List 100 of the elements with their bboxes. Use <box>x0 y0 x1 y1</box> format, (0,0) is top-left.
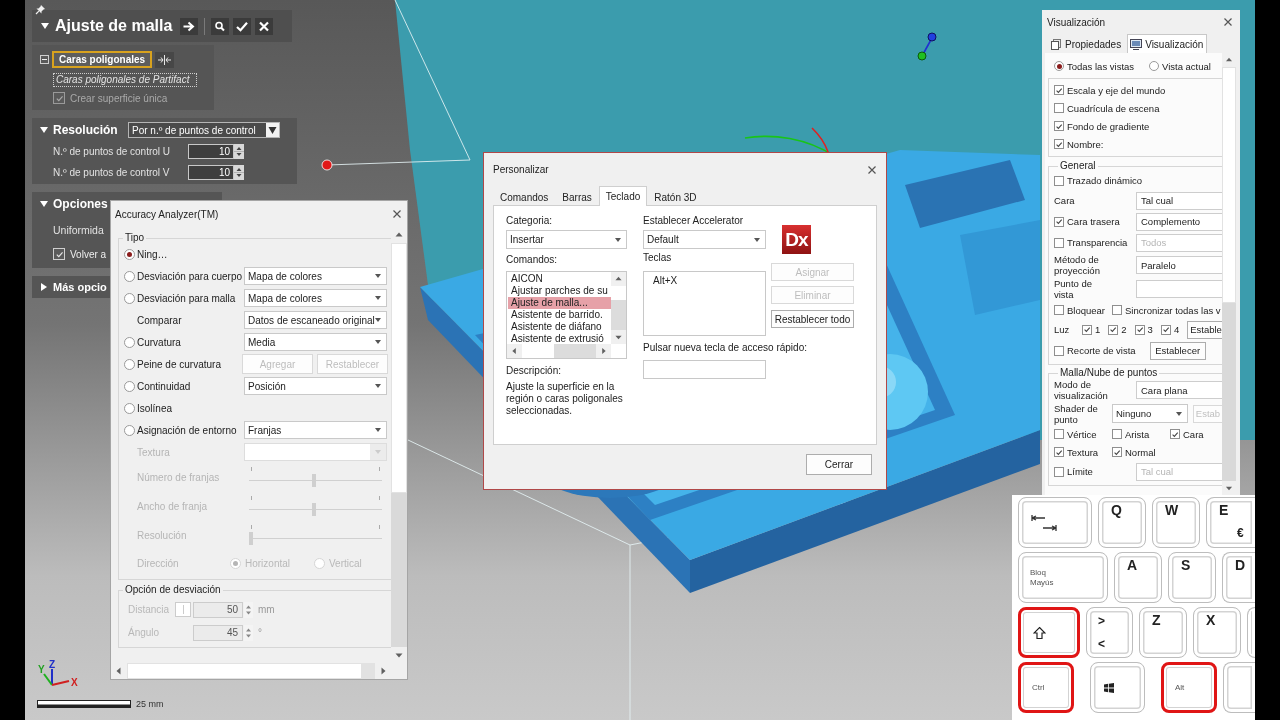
caret-down-icon[interactable] <box>40 126 48 134</box>
number-field[interactable]: 10 <box>188 165 234 180</box>
caret-down-icon[interactable] <box>40 200 48 208</box>
scrollbar-thumb[interactable] <box>391 243 407 493</box>
radio-button[interactable] <box>1054 61 1064 71</box>
scrollbar-thumb[interactable] <box>127 663 362 679</box>
slider-track[interactable] <box>249 495 382 518</box>
list-item[interactable]: AICON <box>508 273 611 285</box>
radio-button[interactable] <box>124 424 135 436</box>
list-item[interactable]: Asistente de barrido. <box>508 309 611 321</box>
slider-track[interactable] <box>249 524 382 547</box>
dropdown[interactable]: Insertar <box>506 230 627 249</box>
checkbox[interactable] <box>1054 103 1064 113</box>
checkbox[interactable] <box>1108 324 1119 335</box>
close-button[interactable]: Cerrar <box>806 454 872 475</box>
control-point-icon[interactable] <box>321 159 333 171</box>
tab[interactable]: Visualización <box>1127 34 1208 53</box>
tab[interactable]: Teclado <box>598 186 648 206</box>
selection-button[interactable]: Caras poligonales <box>52 51 153 68</box>
text-field[interactable]: Tal cual <box>1136 191 1222 210</box>
selection-field[interactable]: Caras poligonales de Partifact <box>53 73 197 87</box>
tab[interactable]: Comandos <box>493 188 556 205</box>
checkbox[interactable] <box>1054 305 1064 315</box>
checkbox[interactable] <box>1112 305 1122 315</box>
checkbox[interactable] <box>1054 139 1064 149</box>
horizontal-scrollbar[interactable] <box>507 344 611 358</box>
checkbox[interactable] <box>1112 447 1122 457</box>
radio-button[interactable] <box>124 380 135 392</box>
search-icon[interactable] <box>211 17 229 35</box>
tab[interactable]: Propiedades <box>1047 35 1126 53</box>
list-item[interactable]: Asistente de diáfano <box>508 321 611 333</box>
radio-button[interactable] <box>124 248 135 260</box>
arrows-icon[interactable] <box>155 51 175 68</box>
checkbox[interactable] <box>1054 175 1064 186</box>
scroll-right-icon[interactable] <box>596 344 611 358</box>
list-item[interactable]: Ajuste de malla... <box>508 297 611 309</box>
dropdown[interactable]: Mapa de colores <box>244 289 387 307</box>
close-icon[interactable] <box>255 17 273 35</box>
radio-button[interactable] <box>124 336 135 348</box>
action-button[interactable]: Establecer <box>1149 341 1206 360</box>
list-item[interactable]: Alt+X <box>650 275 759 287</box>
action-button[interactable]: Estable <box>1187 320 1222 339</box>
list-item[interactable]: Ajustar parches de su <box>508 285 611 297</box>
checkbox[interactable] <box>1054 447 1064 457</box>
scroll-down-icon[interactable] <box>1222 481 1236 495</box>
checkbox[interactable] <box>1082 324 1092 335</box>
checkbox[interactable] <box>1054 216 1064 227</box>
minus-box-icon[interactable] <box>40 55 49 64</box>
checkbox[interactable] <box>1160 324 1171 335</box>
caret-right-icon[interactable] <box>40 283 48 291</box>
scrollbar-thumb[interactable] <box>1222 67 1236 303</box>
checkbox[interactable] <box>1054 429 1064 439</box>
radio-button[interactable] <box>124 270 135 282</box>
input-field[interactable] <box>643 360 766 379</box>
axis-handle-icon[interactable] <box>917 32 937 61</box>
tab[interactable]: Barras <box>555 188 599 205</box>
dropdown[interactable]: Ninguno <box>1112 404 1188 423</box>
checkbox[interactable] <box>1054 466 1064 477</box>
dropdown[interactable]: Default <box>643 230 766 249</box>
checkbox[interactable] <box>1054 121 1064 131</box>
arrow-right-icon[interactable] <box>180 17 198 35</box>
dropdown[interactable]: Posición <box>244 377 387 395</box>
scroll-up-icon[interactable] <box>611 272 626 286</box>
checkbox[interactable] <box>1170 429 1180 439</box>
close-icon[interactable] <box>1224 18 1232 26</box>
dropdown[interactable]: Por n.º de puntos de control <box>128 122 280 138</box>
checkbox[interactable] <box>1112 429 1122 439</box>
dropdown[interactable]: Media <box>244 333 387 351</box>
action-button[interactable]: Restablecer todo <box>771 310 854 328</box>
text-field[interactable] <box>1136 280 1222 298</box>
dropdown[interactable]: Datos de escaneado original <box>244 311 387 329</box>
tab[interactable]: Ratón 3D <box>647 188 704 205</box>
slider-track[interactable] <box>249 466 382 489</box>
close-icon[interactable] <box>868 165 876 174</box>
spin-arrows-icon[interactable] <box>234 165 244 180</box>
horizontal-scrollbar[interactable] <box>111 663 391 679</box>
checkbox[interactable] <box>53 248 65 260</box>
toggle-button[interactable] <box>175 602 191 617</box>
text-field[interactable]: Complemento <box>1136 212 1222 231</box>
radio-button[interactable] <box>124 402 135 414</box>
caret-down-icon[interactable] <box>41 22 49 30</box>
radio-button[interactable] <box>1149 61 1159 71</box>
scroll-left-icon[interactable] <box>111 663 127 679</box>
text-field[interactable]: Cara plana <box>1136 381 1222 399</box>
checkbox[interactable] <box>1054 85 1064 95</box>
check-icon[interactable] <box>233 17 251 35</box>
radio-button[interactable] <box>124 358 135 370</box>
pin-icon[interactable] <box>35 4 46 15</box>
checkbox[interactable] <box>1054 237 1064 248</box>
scrollbar-thumb[interactable] <box>611 286 626 300</box>
vertical-scrollbar[interactable] <box>611 272 626 344</box>
dropdown[interactable]: Mapa de colores <box>244 267 387 285</box>
scroll-left-icon[interactable] <box>507 344 522 358</box>
dropdown[interactable]: Franjas <box>244 421 387 439</box>
scroll-down-icon[interactable] <box>611 330 626 344</box>
list-item[interactable]: Asistente de extrusió <box>508 333 611 344</box>
radio-button[interactable] <box>124 292 135 304</box>
scrollbar-thumb[interactable] <box>522 344 554 358</box>
text-field[interactable]: Paralelo <box>1136 256 1222 274</box>
number-field[interactable]: 10 <box>188 144 234 159</box>
